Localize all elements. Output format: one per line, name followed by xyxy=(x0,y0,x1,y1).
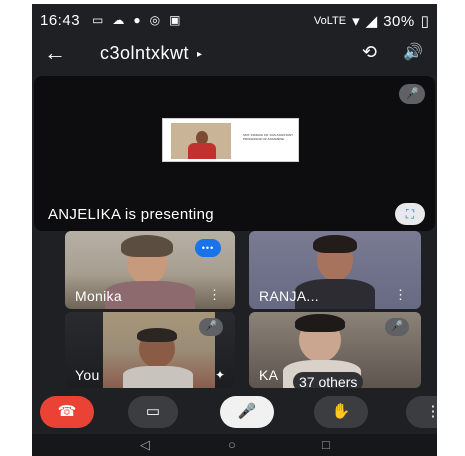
raise-hand-button[interactable]: ✋ xyxy=(314,396,368,428)
participant-tile-others[interactable]: 🎤 KA 37 others xyxy=(249,312,421,388)
hand-icon: ✋ xyxy=(331,403,351,420)
video-camera-icon: ▭ xyxy=(145,403,161,420)
effects-icon[interactable]: ✦ xyxy=(215,368,225,382)
self-video xyxy=(103,312,215,388)
caret-right-icon: ▸ xyxy=(197,49,203,60)
presentation-tile[interactable]: SMT. INDRANI KR. DAS ASSISTANT PROFESSOR… xyxy=(34,76,435,231)
system-status: VoLTE ▾ ◢ 30% ▯ xyxy=(313,12,429,31)
others-count-badge: 37 others xyxy=(293,372,364,388)
participant-name: Monika xyxy=(75,288,122,304)
mic-icon: ● xyxy=(133,13,141,27)
presenter-label: ANJELIKA is presenting xyxy=(48,206,214,223)
nav-back-icon[interactable]: ◁ xyxy=(140,437,150,453)
end-call-button[interactable]: ☎ xyxy=(40,396,94,428)
more-vertical-icon: ⋮ xyxy=(425,403,438,420)
mic-off-icon: 🎤 xyxy=(237,403,257,420)
participant-body xyxy=(123,366,193,388)
status-time: 16:43 xyxy=(40,12,81,29)
cloud-icon: ☁ xyxy=(112,13,125,27)
call-controls: ☎ ▭ 🎤 ✋ ⋮ xyxy=(32,396,437,430)
switch-camera-icon[interactable]: ⟲ xyxy=(362,42,377,63)
speaking-indicator-icon: ••• xyxy=(195,239,221,257)
call-header: ← c3olntxkwt ▸ ⟲ 🔊 xyxy=(32,34,437,72)
self-view-tile[interactable]: 🎤 You ✦ xyxy=(65,312,235,388)
battery-icon: ▯ xyxy=(420,13,429,30)
more-options-icon[interactable]: ⋮ xyxy=(394,287,407,303)
media-icon: ▣ xyxy=(169,13,181,27)
slide-photo xyxy=(171,123,231,159)
more-options-icon[interactable]: ⋮ xyxy=(208,287,221,303)
back-arrow-icon[interactable]: ← xyxy=(44,40,66,66)
notification-icons: ▭ ☁ ● ◎ ▣ xyxy=(92,13,180,27)
mic-off-icon: 🎤 xyxy=(385,318,409,336)
cast-icon: ▭ xyxy=(92,13,104,27)
mic-off-icon: 🎤 xyxy=(199,318,223,336)
participant-hair xyxy=(295,314,345,332)
nav-home-icon[interactable]: ○ xyxy=(228,437,236,452)
more-options-button[interactable]: ⋮ xyxy=(406,396,437,428)
fullscreen-icon[interactable]: ⛶ xyxy=(395,203,425,225)
mic-off-icon: 🎤 xyxy=(399,84,425,104)
participant-tile-monika[interactable]: ••• Monika ⋮ xyxy=(65,231,235,309)
slide-photo-body xyxy=(188,143,216,159)
signal-icon: ◢ xyxy=(365,13,378,30)
participant-hair xyxy=(313,235,357,253)
camera-icon: ◎ xyxy=(149,13,161,27)
nav-recents-icon[interactable]: □ xyxy=(322,437,330,452)
participant-hair xyxy=(121,235,173,257)
participant-name: RANJA... xyxy=(259,288,319,304)
participant-name: You xyxy=(75,367,100,383)
participant-name: KA xyxy=(259,367,279,383)
android-navigation-bar: ◁ ○ □ xyxy=(32,434,437,456)
toggle-video-button[interactable]: ▭ xyxy=(128,396,178,428)
volte-label: VoLTE xyxy=(313,15,347,27)
phone-hangup-icon: ☎ xyxy=(57,403,77,420)
participant-hair xyxy=(137,328,177,342)
speaker-icon[interactable]: 🔊 xyxy=(403,42,423,62)
meeting-code-text: c3olntxkwt xyxy=(100,43,190,63)
battery-percent: 30% xyxy=(383,12,415,30)
meet-screen: 16:43 ▭ ☁ ● ◎ ▣ VoLTE ▾ ◢ 30% ▯ ← c3olnt… xyxy=(32,4,437,456)
meeting-code[interactable]: c3olntxkwt ▸ xyxy=(100,43,203,64)
wifi-icon: ▾ xyxy=(352,13,360,30)
status-bar: 16:43 ▭ ☁ ● ◎ ▣ VoLTE ▾ ◢ 30% ▯ xyxy=(32,4,437,34)
participant-tile-ranja[interactable]: RANJA... ⋮ xyxy=(249,231,421,309)
shared-slide: SMT. INDRANI KR. DAS ASSISTANT PROFESSOR… xyxy=(162,118,299,162)
slide-caption: SMT. INDRANI KR. DAS ASSISTANT PROFESSOR… xyxy=(243,133,293,141)
toggle-mic-button[interactable]: 🎤 xyxy=(220,396,274,428)
